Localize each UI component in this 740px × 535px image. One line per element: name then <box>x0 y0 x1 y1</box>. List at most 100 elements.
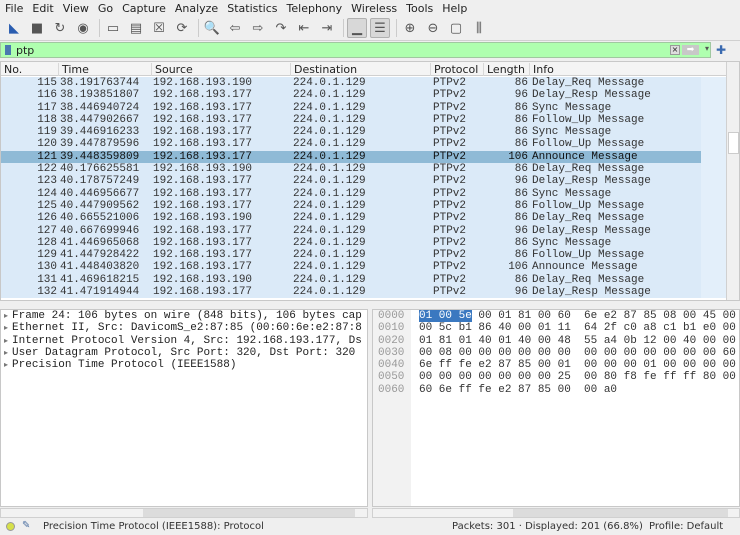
column-header-length[interactable]: Length <box>483 63 525 76</box>
column-header-protocol[interactable]: Protocol <box>430 63 478 76</box>
menu-file[interactable]: File <box>5 2 23 15</box>
menu-help[interactable]: Help <box>442 2 467 15</box>
hex-line[interactable]: 01 00 5e 00 01 81 00 60 6e e2 87 85 08 0… <box>419 310 736 322</box>
goto-icon[interactable]: ↷ <box>271 18 291 38</box>
menu-tools[interactable]: Tools <box>406 2 433 15</box>
packet-row[interactable]: 119 39.446916233 192.168.193.177 224.0.1.12… <box>1 126 728 139</box>
packet-row[interactable]: 128 41.446965068 192.168.193.177 224.0.1.12… <box>1 236 728 250</box>
packet-row[interactable]: 130 41.448403820 192.168.193.177 224.0.1.12… <box>1 261 728 274</box>
details-hscrollbar[interactable] <box>0 508 368 518</box>
hex-line[interactable]: 00 08 00 00 00 00 00 00 00 00 00 00 00 0… <box>419 347 736 359</box>
autoscroll-icon[interactable]: ▁ <box>347 18 367 38</box>
open-icon[interactable]: ▭ <box>103 18 123 38</box>
packet-time: 41.448403820 <box>60 261 140 274</box>
add-filter-button-icon[interactable]: ✚ <box>716 43 726 57</box>
clear-filter-icon[interactable]: × <box>670 45 680 55</box>
zoom-out-icon[interactable]: ⊖ <box>423 18 443 38</box>
scrollbar-thumb[interactable] <box>143 509 355 517</box>
scrollbar-thumb[interactable] <box>728 132 739 154</box>
menu-view[interactable]: View <box>63 2 89 15</box>
column-header-destination[interactable]: Destination <box>290 63 357 76</box>
packet-row[interactable]: 121 39.448359809 192.168.193.177 224.0.1.12… <box>1 150 728 164</box>
packet-row[interactable]: 117 38.446940724 192.168.193.177 224.0.1.12… <box>1 101 728 114</box>
find-icon[interactable]: 🔍 <box>202 18 222 38</box>
restart-icon[interactable]: ↻ <box>50 18 70 38</box>
packet-destination: 224.0.1.129 <box>293 113 366 126</box>
packet-row[interactable]: 129 41.447928422 192.168.193.177 224.0.1.12… <box>1 249 728 262</box>
save-icon[interactable]: ▤ <box>126 18 146 38</box>
hex-bytes-text: 00 01 81 00 60 6e e2 87 85 08 00 45 00 <box>471 310 736 322</box>
zoom-in-icon[interactable]: ⊕ <box>400 18 420 38</box>
menu-wireless[interactable]: Wireless <box>351 2 397 15</box>
detail-tree-item[interactable]: ▸ Precision Time Protocol (IEEE1588) <box>1 359 367 371</box>
filter-text[interactable]: ptp <box>16 44 34 57</box>
hex-line[interactable]: 00 5c b1 86 40 00 01 11 64 2f c0 a8 c1 b… <box>419 322 736 334</box>
expand-arrow-icon[interactable]: ▸ <box>4 348 8 357</box>
expert-info-led-icon[interactable] <box>6 522 15 531</box>
packet-row[interactable]: 124 40.446956677 192.168.193.177 224.0.1.12… <box>1 187 728 200</box>
packet-row[interactable]: 132 41.471914944 192.168.193.177 224.0.1.12… <box>1 286 728 299</box>
menu-edit[interactable]: Edit <box>32 2 53 15</box>
packet-destination: 224.0.1.129 <box>293 89 366 102</box>
packet-row[interactable]: 123 40.178757249 192.168.193.177 224.0.1.12… <box>1 175 728 188</box>
edit-comment-icon[interactable]: ✎ <box>22 520 30 531</box>
packet-row[interactable]: 120 39.447879596 192.168.193.177 224.0.1.12… <box>1 138 728 151</box>
expand-arrow-icon[interactable]: ▸ <box>4 323 8 332</box>
hex-line[interactable]: 60 6e ff fe e2 87 85 00 00 a0 <box>419 384 736 396</box>
menu-capture[interactable]: Capture <box>122 2 166 15</box>
packet-protocol: PTPv2 <box>433 187 467 200</box>
bytes-hscrollbar[interactable] <box>372 508 740 518</box>
packet-source: 192.168.193.177 <box>153 199 253 212</box>
packet-row[interactable]: 122 40.176625581 192.168.193.190 224.0.1.12… <box>1 163 728 176</box>
packet-protocol: PTPv2 <box>433 163 467 176</box>
detail-tree-item[interactable]: ▸ Frame 24: 106 bytes on wire (848 bits),… <box>1 310 367 322</box>
packet-row[interactable]: 127 40.667699946 192.168.193.177 224.0.1.12… <box>1 224 728 237</box>
packet-list-header: No. Time Source Destination Protocol Len… <box>1 62 739 76</box>
detail-tree-item[interactable]: ▸ Internet Protocol Version 4, Src: 192.1… <box>1 335 367 347</box>
resize-columns-icon[interactable]: ⫼ <box>469 18 489 38</box>
packet-row[interactable]: 118 38.447902667 192.168.193.177 224.0.1.12… <box>1 113 728 127</box>
menu-go[interactable]: Go <box>98 2 113 15</box>
options-icon[interactable]: ◉ <box>73 18 93 38</box>
profile-indicator[interactable]: Profile: Default <box>649 521 723 532</box>
filter-history-dropdown[interactable]: ▾ <box>705 44 709 53</box>
detail-tree-item[interactable]: ▸ Ethernet II, Src: DavicomS_e2:87:85 (00… <box>1 322 367 334</box>
shark-fin-start-icon[interactable]: ◣ <box>4 18 24 38</box>
menu-bar: File Edit View Go Capture Analyze Statistics Te… <box>0 0 740 16</box>
packet-row[interactable]: 115 38.191763744 192.168.193.190 224.0.1.12… <box>1 77 728 90</box>
packet-row[interactable]: 131 41.469618215 192.168.193.190 224.0.1.12… <box>1 273 728 287</box>
packet-row[interactable]: 116 38.193851807 192.168.193.177 224.0.1.12… <box>1 89 728 102</box>
hex-line[interactable]: 6e ff fe e2 87 85 00 01 00 00 00 01 00 0… <box>419 359 736 371</box>
column-header-info[interactable]: Info <box>529 63 554 76</box>
expand-arrow-icon[interactable]: ▸ <box>4 336 8 345</box>
last-icon[interactable]: ⇥ <box>317 18 337 38</box>
packet-info: Follow_Up Message <box>532 199 645 212</box>
packet-info: Delay_Resp Message <box>532 286 651 299</box>
detail-tree-item[interactable]: ▸ User Datagram Protocol, Src Port: 320, … <box>1 347 367 359</box>
expand-arrow-icon[interactable]: ▸ <box>4 311 8 320</box>
reload-icon[interactable]: ⟳ <box>172 18 192 38</box>
menu-analyze[interactable]: Analyze <box>175 2 218 15</box>
normal-size-icon[interactable]: ▢ <box>446 18 466 38</box>
menu-telephony[interactable]: Telephony <box>287 2 343 15</box>
packet-row[interactable]: 126 40.665521006 192.168.193.190 224.0.1.12… <box>1 212 728 225</box>
column-header-source[interactable]: Source <box>151 63 193 76</box>
packet-row[interactable]: 125 40.447909562 192.168.193.177 224.0.1.12… <box>1 199 728 213</box>
expand-arrow-icon[interactable]: ▸ <box>4 360 8 369</box>
back-icon[interactable]: ⇦ <box>225 18 245 38</box>
close-file-icon[interactable]: ☒ <box>149 18 169 38</box>
scrollbar-thumb[interactable] <box>513 509 728 517</box>
apply-filter-icon[interactable]: ➡ <box>682 45 699 55</box>
menu-statistics[interactable]: Statistics <box>227 2 277 15</box>
display-filter-input[interactable]: ptp × ➡ ▾ <box>0 42 711 58</box>
first-icon[interactable]: ⇤ <box>294 18 314 38</box>
forward-icon[interactable]: ⇨ <box>248 18 268 38</box>
packet-list-scrollbar[interactable] <box>726 62 739 300</box>
column-header-time[interactable]: Time <box>58 63 89 76</box>
bookmark-icon[interactable] <box>5 45 11 55</box>
colorize-icon[interactable]: ☰ <box>370 18 390 38</box>
stop-icon[interactable]: ■ <box>27 18 47 38</box>
column-header-no[interactable]: No. <box>1 63 22 76</box>
hex-line[interactable]: 00 00 00 00 00 00 00 25 00 80 f8 fe ff f… <box>419 371 736 383</box>
hex-line[interactable]: 01 81 01 40 01 40 00 48 55 a4 0b 12 00 4… <box>419 335 736 347</box>
